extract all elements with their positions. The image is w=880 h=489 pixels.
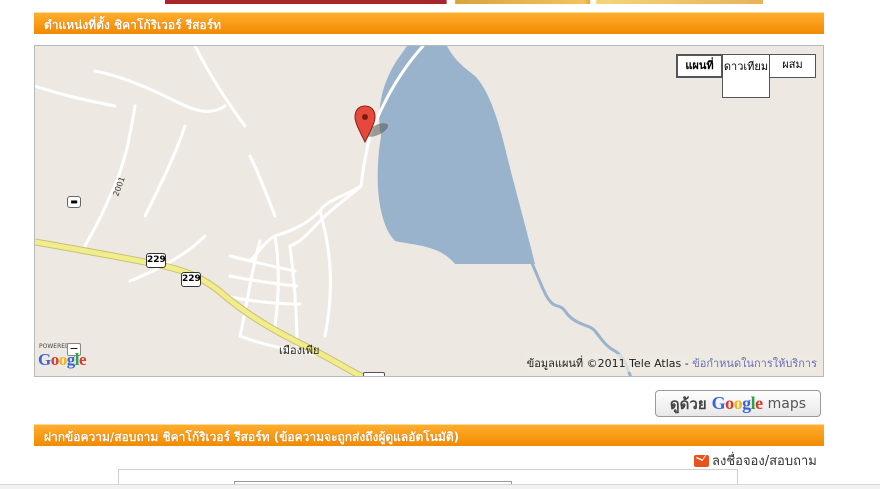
- top-banner-image: [165, 0, 763, 4]
- map-bottom-marker-icon: [363, 372, 385, 376]
- message-section-header: ฝากข้อความ/สอบถาม ชิคาโก้ริเวอร์ รีสอร์ท…: [34, 424, 824, 446]
- booking-inquiry-link[interactable]: ลงชื่อจอง/สอบถาม: [694, 450, 817, 471]
- message-section-title: ฝากข้อความ/สอบถาม ชิคาโก้ริเวอร์ รีสอร์ท…: [44, 430, 460, 444]
- town-label: เมืองเพีย: [279, 344, 320, 357]
- map-type-map-button[interactable]: แผนที่: [676, 54, 723, 78]
- view-with-label: ดูด้วย: [669, 394, 707, 413]
- location-section-title: ตำแหน่งที่ตั้ง ชิคาโก้ริเวอร์ รีสอร์ท: [44, 18, 222, 32]
- google-logo-button: Google: [711, 393, 764, 413]
- google-logo[interactable]: Google: [38, 350, 87, 370]
- location-section-header: ตำแหน่งที่ตั้ง ชิคาโก้ริเวอร์ รีสอร์ท: [34, 12, 824, 34]
- view-on-google-maps-button[interactable]: ดูด้วย Google maps: [655, 390, 821, 417]
- terms-of-service-link[interactable]: ข้อกำหนดในการให้บริการ: [692, 357, 817, 370]
- booking-inquiry-label: ลงชื่อจอง/สอบถาม: [712, 454, 817, 469]
- bottom-strip: [0, 484, 880, 489]
- envelope-icon: [694, 454, 709, 467]
- embedded-map[interactable]: 2001 229 229 ▬ เมืองเพีย แผนที่ ดาวเทียม…: [34, 45, 824, 377]
- map-canvas[interactable]: [35, 46, 824, 377]
- map-type-satellite-button[interactable]: ดาวเทียม: [722, 54, 770, 98]
- route-229-shield: 229: [146, 253, 166, 268]
- copyright-text: ข้อมูลแผนที่ ©2011 Tele Atlas -: [526, 357, 693, 370]
- map-marker-small-icon: ▬: [67, 196, 81, 208]
- map-copyright: ข้อมูลแผนที่ ©2011 Tele Atlas - ข้อกำหนด…: [524, 354, 819, 372]
- maps-label: maps: [767, 395, 807, 412]
- route-229-shield-2: 229: [181, 272, 201, 287]
- map-type-hybrid-button[interactable]: ผสม: [769, 54, 816, 78]
- page: ตำแหน่งที่ตั้ง ชิคาโก้ริเวอร์ รีสอร์ท 20…: [0, 0, 880, 489]
